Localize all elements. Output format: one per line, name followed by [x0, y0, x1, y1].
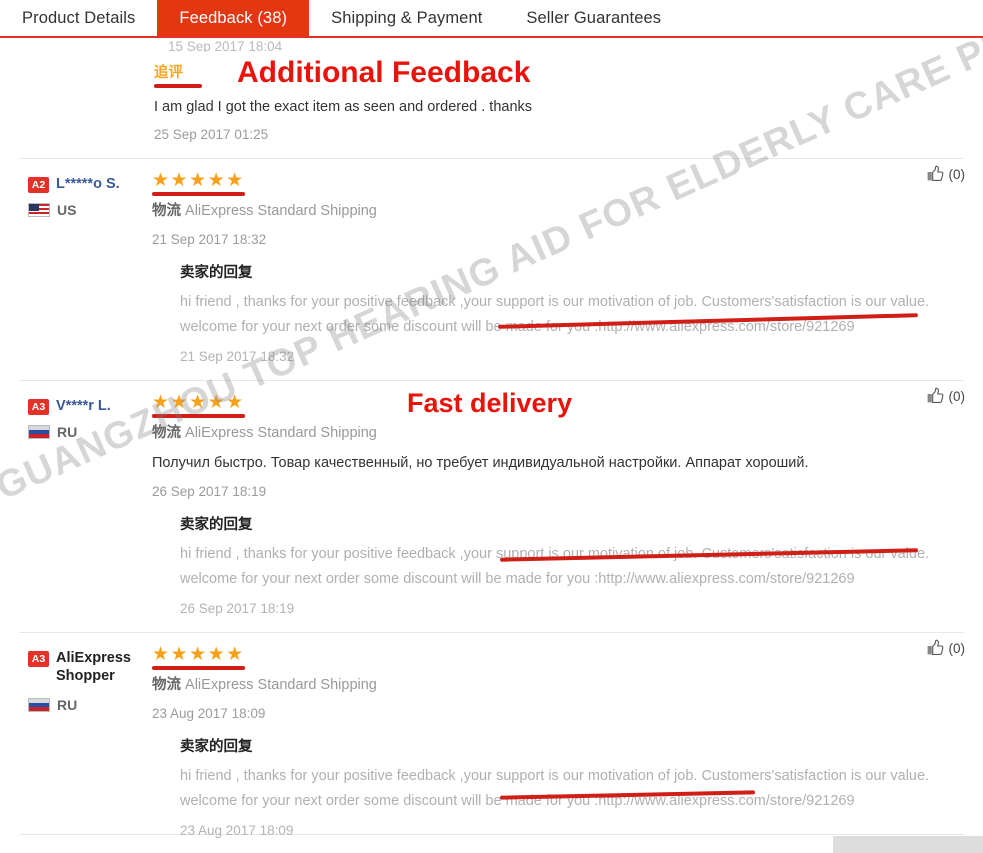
feedback-list: 15 Sep 2017 18:04 追评 Additional Feedback… [0, 38, 983, 853]
shipping-line: 物流 AliExpress Standard Shipping [152, 675, 965, 695]
helpful-count: (0) [948, 388, 966, 404]
rating-stars-wrap: ★★★★★ [152, 171, 245, 196]
seller-reply: 卖家的回复 hi friend , thanks for your positi… [180, 515, 965, 616]
rating-stars-wrap: ★★★★★ [152, 645, 245, 670]
ru-flag-icon [28, 698, 50, 712]
horizontal-scrollbar[interactable] [833, 836, 983, 853]
shipping-method: AliExpress Standard Shipping [185, 203, 377, 219]
shipping-method: AliExpress Standard Shipping [185, 677, 377, 693]
country-code: RU [57, 697, 78, 713]
feedback-item: A2 L*****o S. US ★★★★★ 物流 AliExpress Sta… [0, 158, 983, 364]
additional-feedback-date: 25 Sep 2017 01:25 [154, 127, 269, 142]
reviewer-name-line: A3 V****r L. [28, 397, 152, 415]
reviewer-username[interactable]: V****r L. [56, 397, 111, 415]
rating-stars: ★★★★★ [152, 392, 245, 413]
feedback-date: 21 Sep 2017 18:32 [152, 232, 267, 247]
annotation-additional-feedback: Additional Feedback [237, 56, 531, 89]
stars-underline-marker [152, 192, 245, 196]
reviewer-info: A3 V****r L. RU [0, 393, 152, 616]
truncated-previous-date: 15 Sep 2017 18:04 [168, 39, 283, 52]
rating-stars-wrap: ★★★★★ [152, 393, 245, 418]
reviewer-info: A2 L*****o S. US [0, 171, 152, 364]
helpful-button[interactable]: (0) [926, 387, 966, 405]
seller-reply-date: 21 Sep 2017 18:32 [180, 349, 295, 364]
feedback-item: A3 V****r L. RU ★★★★★ Fast delivery 物流 A… [0, 380, 983, 616]
shipping-label-cn: 物流 [152, 425, 181, 441]
reviewer-username[interactable]: L*****o S. [56, 175, 120, 193]
feedback-content: ★★★★★ 物流 AliExpress Standard Shipping 21… [152, 171, 983, 364]
feedback-content: ★★★★★ 物流 AliExpress Standard Shipping 23… [152, 645, 983, 853]
feedback-item: A3 AliExpress Shopper RU ★★★★★ 物流 AliExp… [0, 632, 983, 853]
shipping-label-cn: 物流 [152, 203, 181, 219]
tab-shipping-payment[interactable]: Shipping & Payment [309, 0, 505, 36]
feedback-page: Product Details Feedback (38) Shipping &… [0, 0, 983, 853]
buyer-level-badge: A3 [28, 651, 49, 667]
rating-stars: ★★★★★ [152, 170, 245, 191]
tab-product-details[interactable]: Product Details [0, 0, 158, 36]
additional-feedback-badge: 追评 [154, 65, 183, 81]
seller-reply-title: 卖家的回复 [180, 265, 253, 281]
tab-seller-guarantees[interactable]: Seller Guarantees [504, 0, 684, 36]
thumbs-up-icon [927, 387, 943, 403]
annotation-fast-delivery: Fast delivery [407, 388, 573, 418]
feedback-date: 23 Aug 2017 18:09 [152, 706, 266, 721]
seller-reply: 卖家的回复 hi friend , thanks for your positi… [180, 737, 965, 838]
stars-underline-marker [152, 414, 245, 418]
reviewer-name-line: A3 AliExpress Shopper [28, 649, 152, 685]
shipping-line: 物流 AliExpress Standard Shipping [152, 423, 965, 443]
feedback-body-text: Получил быстро. Товар качественный, но т… [152, 455, 809, 471]
reviewer-country: RU [28, 424, 152, 440]
badge-underline-marker [154, 84, 202, 88]
buyer-level-badge: A3 [28, 399, 49, 415]
ru-flag-icon [28, 425, 50, 439]
helpful-button[interactable]: (0) [926, 639, 966, 657]
country-code: RU [57, 424, 78, 440]
reviewer-country: RU [28, 697, 152, 713]
reviewer-country: US [28, 202, 152, 218]
reviewer-username: AliExpress Shopper [56, 650, 131, 684]
us-flag-icon [28, 203, 50, 217]
additional-feedback-text: I am glad I got the exact item as seen a… [154, 99, 533, 115]
helpful-count: (0) [948, 166, 966, 182]
product-tab-bar: Product Details Feedback (38) Shipping &… [0, 0, 983, 38]
stars-underline-marker [152, 666, 245, 670]
buyer-level-badge: A2 [28, 177, 49, 193]
country-code: US [57, 202, 77, 218]
additional-feedback-badge-wrap: 追评 [154, 64, 202, 88]
reviewer-name-line: A2 L*****o S. [28, 175, 152, 193]
seller-reply-title: 卖家的回复 [180, 517, 253, 533]
tab-feedback[interactable]: Feedback (38) [157, 0, 310, 36]
feedback-row: A2 L*****o S. US ★★★★★ 物流 AliExpress Sta… [0, 159, 983, 364]
feedback-date: 26 Sep 2017 18:19 [152, 484, 267, 499]
rating-stars: ★★★★★ [152, 644, 245, 665]
seller-reply-title: 卖家的回复 [180, 739, 253, 755]
helpful-button[interactable]: (0) [926, 165, 966, 183]
feedback-content: ★★★★★ Fast delivery 物流 AliExpress Standa… [152, 388, 983, 616]
reviewer-info: A3 AliExpress Shopper RU [0, 645, 152, 853]
seller-reply: 卖家的回复 hi friend , thanks for your positi… [180, 263, 965, 364]
shipping-label-cn: 物流 [152, 677, 181, 693]
shipping-method: AliExpress Standard Shipping [185, 425, 377, 441]
thumbs-up-icon [927, 165, 943, 181]
thumbs-up-icon [927, 639, 943, 655]
seller-reply-text: hi friend , thanks for your positive fee… [180, 768, 930, 809]
feedback-row: A3 V****r L. RU ★★★★★ Fast delivery 物流 A… [0, 381, 983, 616]
shipping-line: 物流 AliExpress Standard Shipping [152, 201, 965, 221]
additional-feedback-block: 追评 Additional Feedback I am glad I got t… [154, 56, 983, 142]
feedback-row: A3 AliExpress Shopper RU ★★★★★ 物流 AliExp… [0, 633, 983, 853]
seller-reply-date: 26 Sep 2017 18:19 [180, 601, 295, 616]
helpful-count: (0) [948, 640, 966, 656]
